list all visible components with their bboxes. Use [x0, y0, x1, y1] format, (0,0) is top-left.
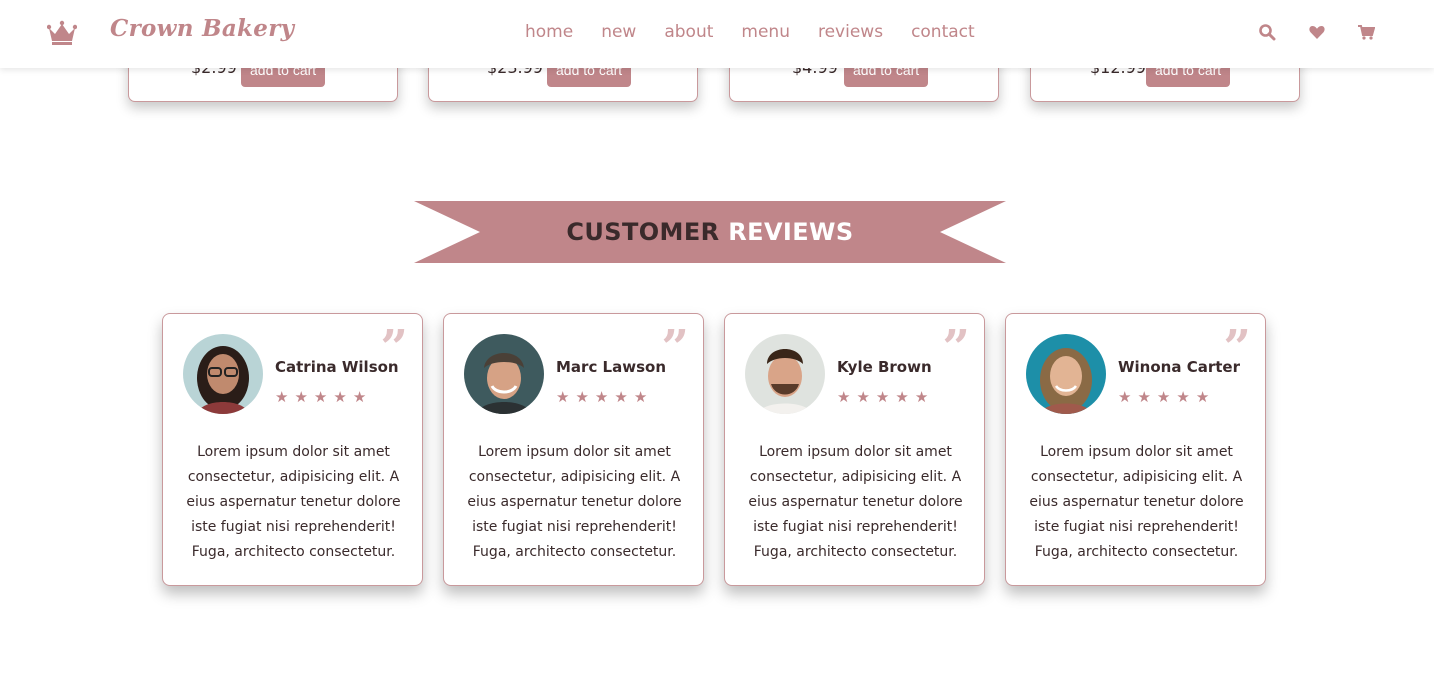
quote-icon: ”	[942, 320, 970, 376]
cart-icon[interactable]	[1357, 23, 1375, 41]
star-rating: ★ ★ ★ ★ ★	[1118, 389, 1209, 405]
review-card: Winona Carter ★ ★ ★ ★ ★ ” Lorem ipsum do…	[1005, 313, 1266, 586]
star-rating: ★ ★ ★ ★ ★	[556, 389, 647, 405]
crown-icon[interactable]	[46, 19, 78, 45]
review-card: Catrina Wilson ★ ★ ★ ★ ★ ” Lorem ipsum d…	[162, 313, 423, 586]
review-text: Lorem ipsum dolor sit amet consectetur, …	[1029, 444, 1244, 560]
quote-icon: ”	[1223, 320, 1251, 376]
star-icon: ★	[895, 388, 909, 406]
nav-link-menu[interactable]: menu	[741, 21, 790, 43]
avatar	[183, 334, 263, 414]
search-icon[interactable]	[1258, 23, 1276, 41]
avatar	[464, 334, 544, 414]
nav-link-home[interactable]: home	[525, 21, 573, 43]
star-icon: ★	[333, 388, 347, 406]
review-text: Lorem ipsum dolor sit amet consectetur, …	[748, 444, 963, 560]
star-icon: ★	[614, 388, 628, 406]
star-icon: ★	[875, 388, 890, 406]
star-icon: ★	[575, 388, 589, 406]
star-rating: ★ ★ ★ ★ ★	[275, 389, 366, 405]
quote-icon: ”	[661, 320, 689, 376]
star-icon: ★	[275, 388, 289, 406]
nav-link-reviews[interactable]: reviews	[818, 21, 883, 43]
star-icon: ★	[914, 388, 929, 406]
review-text: Lorem ipsum dolor sit amet consectetur, …	[186, 444, 401, 560]
star-icon: ★	[556, 388, 570, 406]
star-icon: ★	[1137, 388, 1151, 406]
star-icon: ★	[352, 388, 367, 406]
star-rating: ★ ★ ★ ★ ★	[837, 389, 928, 405]
star-icon: ★	[633, 388, 648, 406]
review-card: Marc Lawson ★ ★ ★ ★ ★ ” Lorem ipsum dolo…	[443, 313, 704, 586]
nav-link-contact[interactable]: contact	[911, 21, 975, 43]
brand-logo[interactable]: Crown Bakery	[110, 15, 294, 42]
title-part-1: CUSTOMER	[566, 218, 720, 246]
reviewer-name: Winona Carter	[1118, 358, 1240, 376]
star-icon: ★	[856, 388, 870, 406]
star-icon: ★	[1118, 388, 1132, 406]
main-nav: home new about menu reviews contact	[525, 21, 1003, 43]
nav-link-about[interactable]: about	[664, 21, 713, 43]
star-icon: ★	[1156, 388, 1171, 406]
heart-icon[interactable]	[1308, 23, 1326, 41]
star-icon: ★	[313, 388, 328, 406]
reviewer-name: Kyle Brown	[837, 358, 932, 376]
reviewer-name: Marc Lawson	[556, 358, 667, 376]
star-icon: ★	[1176, 388, 1190, 406]
star-icon: ★	[294, 388, 308, 406]
star-icon: ★	[1195, 388, 1210, 406]
star-icon: ★	[594, 388, 609, 406]
avatar	[745, 334, 825, 414]
review-card: Kyle Brown ★ ★ ★ ★ ★ ” Lorem ipsum dolor…	[724, 313, 985, 586]
quote-icon: ”	[380, 320, 408, 376]
site-header: Crown Bakery home new about menu reviews…	[0, 0, 1434, 68]
star-icon: ★	[837, 388, 851, 406]
section-title: CUSTOMER REVIEWS	[414, 218, 1006, 246]
reviews-heading-banner: CUSTOMER REVIEWS	[414, 201, 1006, 263]
review-text: Lorem ipsum dolor sit amet consectetur, …	[467, 444, 682, 560]
nav-link-new[interactable]: new	[601, 21, 636, 43]
title-part-2: REVIEWS	[728, 218, 854, 246]
avatar	[1026, 334, 1106, 414]
